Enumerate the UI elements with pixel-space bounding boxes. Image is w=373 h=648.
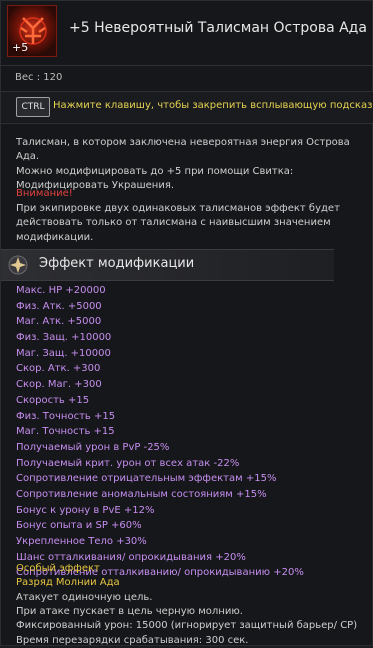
stat-line: Физ. Защ. +10000 [16, 332, 112, 344]
stat-line: Маг. Точность +15 [16, 426, 115, 438]
warning-title: Внимание! [16, 188, 73, 199]
warning-line: модификации. [16, 231, 94, 243]
stat-line: Сопротивление отрицательным эффектам +15… [16, 473, 277, 485]
special-line: При атаке пускает в цель черную молнию. [16, 606, 243, 618]
stat-line: Скор. Атк. +300 [16, 363, 101, 375]
item-title: +5 Невероятный Талисман Острова Ада [69, 20, 367, 36]
description-line: Талисман, в котором заключена невероятна… [16, 137, 350, 163]
ctrl-key-icon: CTRL [16, 97, 50, 117]
stat-line: Укрепленное Тело +30% [16, 536, 147, 547]
stat-line: Макс. HP +20000 [16, 285, 106, 296]
item-weight: Вес : 120 [15, 72, 63, 83]
description-line: Можно модифицировать до +5 при помощи Св… [16, 165, 294, 177]
enchant-badge: +5 [12, 41, 29, 54]
divider [1, 65, 373, 66]
divider [1, 123, 373, 124]
special-effect-description: Атакует одиночную цель. При атаке пускае… [16, 591, 357, 648]
pin-hint-row: CTRL Нажмите клавишу, чтобы закрепить вс… [1, 92, 373, 122]
stat-line: Скорость +15 [16, 394, 90, 406]
item-tooltip: +5 +5 Невероятный Талисман Острова Ада В… [0, 0, 373, 646]
stat-line: Бонус опыта и SP +60% [16, 520, 142, 532]
special-effect-name: Разряд Молнии Ада [16, 577, 120, 588]
modification-section-header: Эффект модификации [1, 249, 334, 281]
warning-text: При экипировке двух одинаковых талисмано… [16, 202, 368, 245]
special-effect-label: Особый эффект [16, 563, 100, 574]
stat-line: Получаемый урон в PvP -25% [16, 441, 170, 453]
stat-line: Сопротивление аномальным состояниям +15% [16, 488, 267, 500]
warning-line: При экипировке двух одинаковых талисмано… [16, 203, 340, 214]
stat-line: Бонус к урону в PvE +12% [16, 504, 155, 516]
special-line: Фиксированный урон: 15000 (игнорирует за… [16, 620, 358, 632]
stat-line: Маг. Защ. +10000 [16, 347, 111, 359]
item-description: Талисман, в котором заключена невероятна… [16, 136, 368, 193]
special-line: Атакует одиночную цель. [16, 592, 153, 603]
stat-line: Физ. Точность +15 [16, 410, 116, 422]
stat-line: Получаемый крит. урон от всех атак -22% [16, 457, 240, 469]
stat-line: Маг. Атк. +5000 [16, 316, 102, 328]
warning-line: действовать только от талисмана с наивыс… [16, 217, 331, 229]
stat-line: Физ. Атк. +5000 [16, 300, 102, 312]
pin-hint-text: Нажмите клавишу, чтобы закрепить всплыва… [53, 100, 373, 111]
modification-stats: Макс. HP +20000 Физ. Атк. +5000 Маг. Атк… [16, 283, 304, 581]
tooltip-header: +5 +5 Невероятный Талисман Острова Ада [1, 1, 373, 65]
sparkle-icon [7, 254, 29, 279]
talisman-icon: +5 [7, 5, 57, 57]
modification-title: Эффект модификации [39, 256, 195, 271]
stat-line: Скор. Маг. +300 [16, 379, 102, 391]
